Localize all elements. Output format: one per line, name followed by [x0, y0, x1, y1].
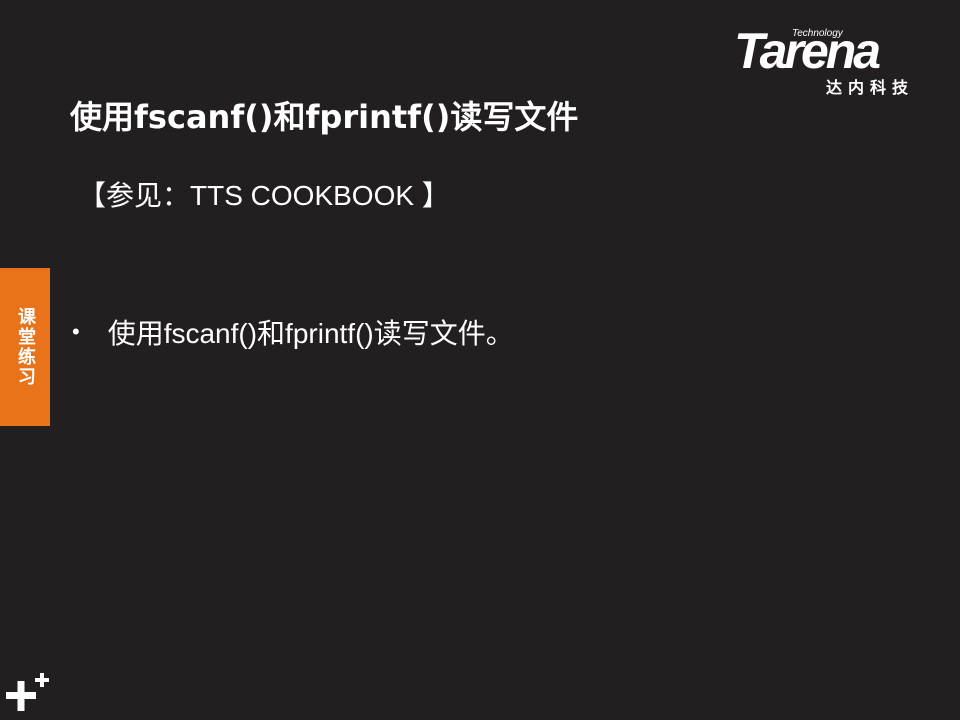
slide-title: 使用fscanf()和fprintf()读写文件: [70, 98, 579, 136]
list-item: • 使用fscanf()和fprintf()读写文件。: [72, 312, 514, 352]
bullet-list: • 使用fscanf()和fprintf()读写文件。: [72, 312, 514, 352]
bullet-text: 使用fscanf()和fprintf()读写文件。: [107, 318, 514, 349]
plus-icon: [6, 673, 49, 711]
logo-cn-name: 达内科技: [826, 78, 915, 97]
reference-note: 【参见：TTS COOKBOOK 】: [78, 180, 450, 211]
logo-technology: Technology: [792, 28, 843, 39]
tarena-logo: Tarena Technology 达内科技: [734, 26, 934, 98]
bullet-icon: •: [72, 319, 80, 344]
side-tab-label: 课堂练习: [15, 307, 36, 387]
side-tab-classroom-exercise: 课堂练习: [0, 268, 50, 426]
slide: Tarena Technology 达内科技 使用fscanf()和fprint…: [0, 0, 960, 720]
